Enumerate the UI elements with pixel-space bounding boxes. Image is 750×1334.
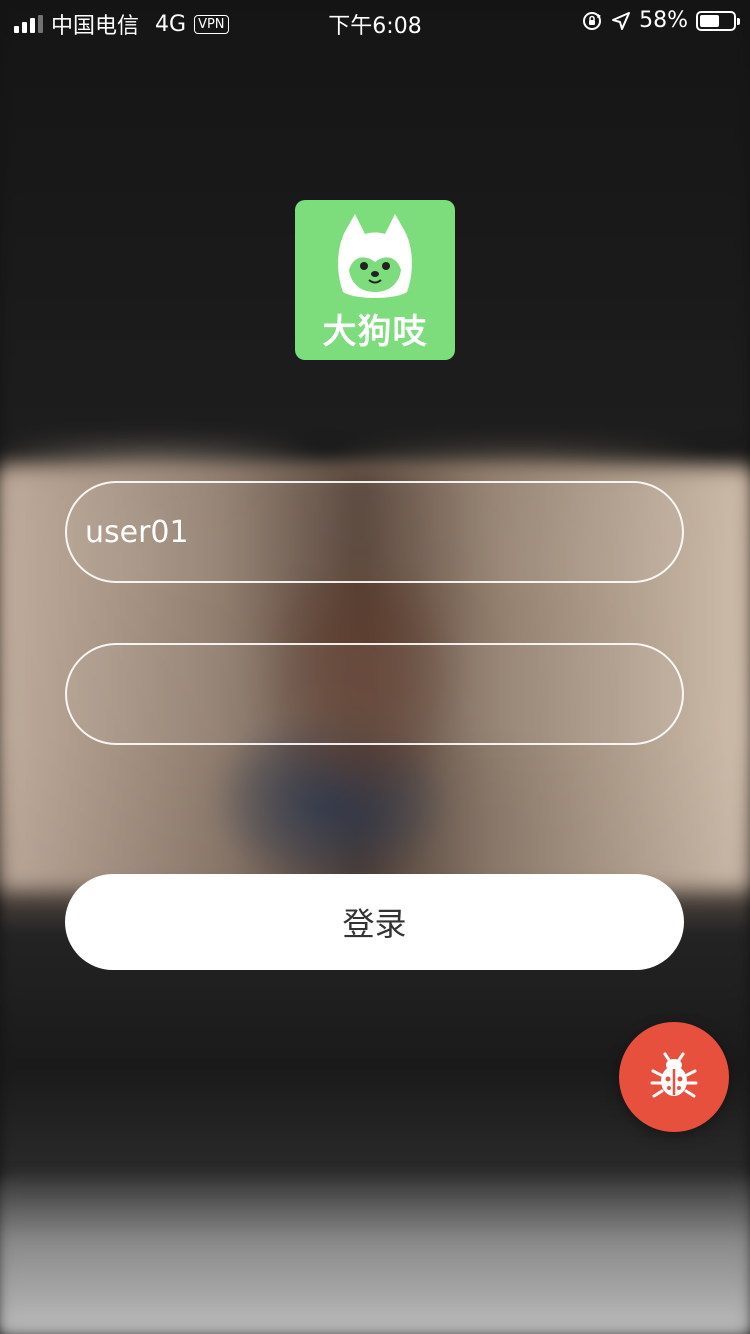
password-field[interactable] [65,643,684,745]
logo-text: 大狗吱 [322,312,428,352]
status-bar: 中国电信 4G VPN 下午6:08 58% [0,0,750,40]
orientation-lock-icon [583,11,602,30]
battery-tip [737,17,740,25]
battery-icon [696,10,740,31]
status-right: 58% [581,8,740,33]
bug-icon [650,1052,698,1098]
location-icon [612,11,631,30]
battery-fill [700,14,719,27]
debug-button[interactable] [619,1022,729,1132]
login-button[interactable]: 登录 [65,874,684,970]
app-logo: 大狗吱 [295,200,455,360]
login-screen: 中国电信 4G VPN 下午6:08 58% 大狗吱 user01 登录 [0,0,750,1334]
battery-percent: 58% [639,8,688,33]
username-input[interactable] [85,483,664,581]
dog-face-icon [338,214,412,298]
password-input[interactable] [85,645,664,743]
background-desk [0,1180,750,1334]
username-field[interactable] [65,481,684,583]
